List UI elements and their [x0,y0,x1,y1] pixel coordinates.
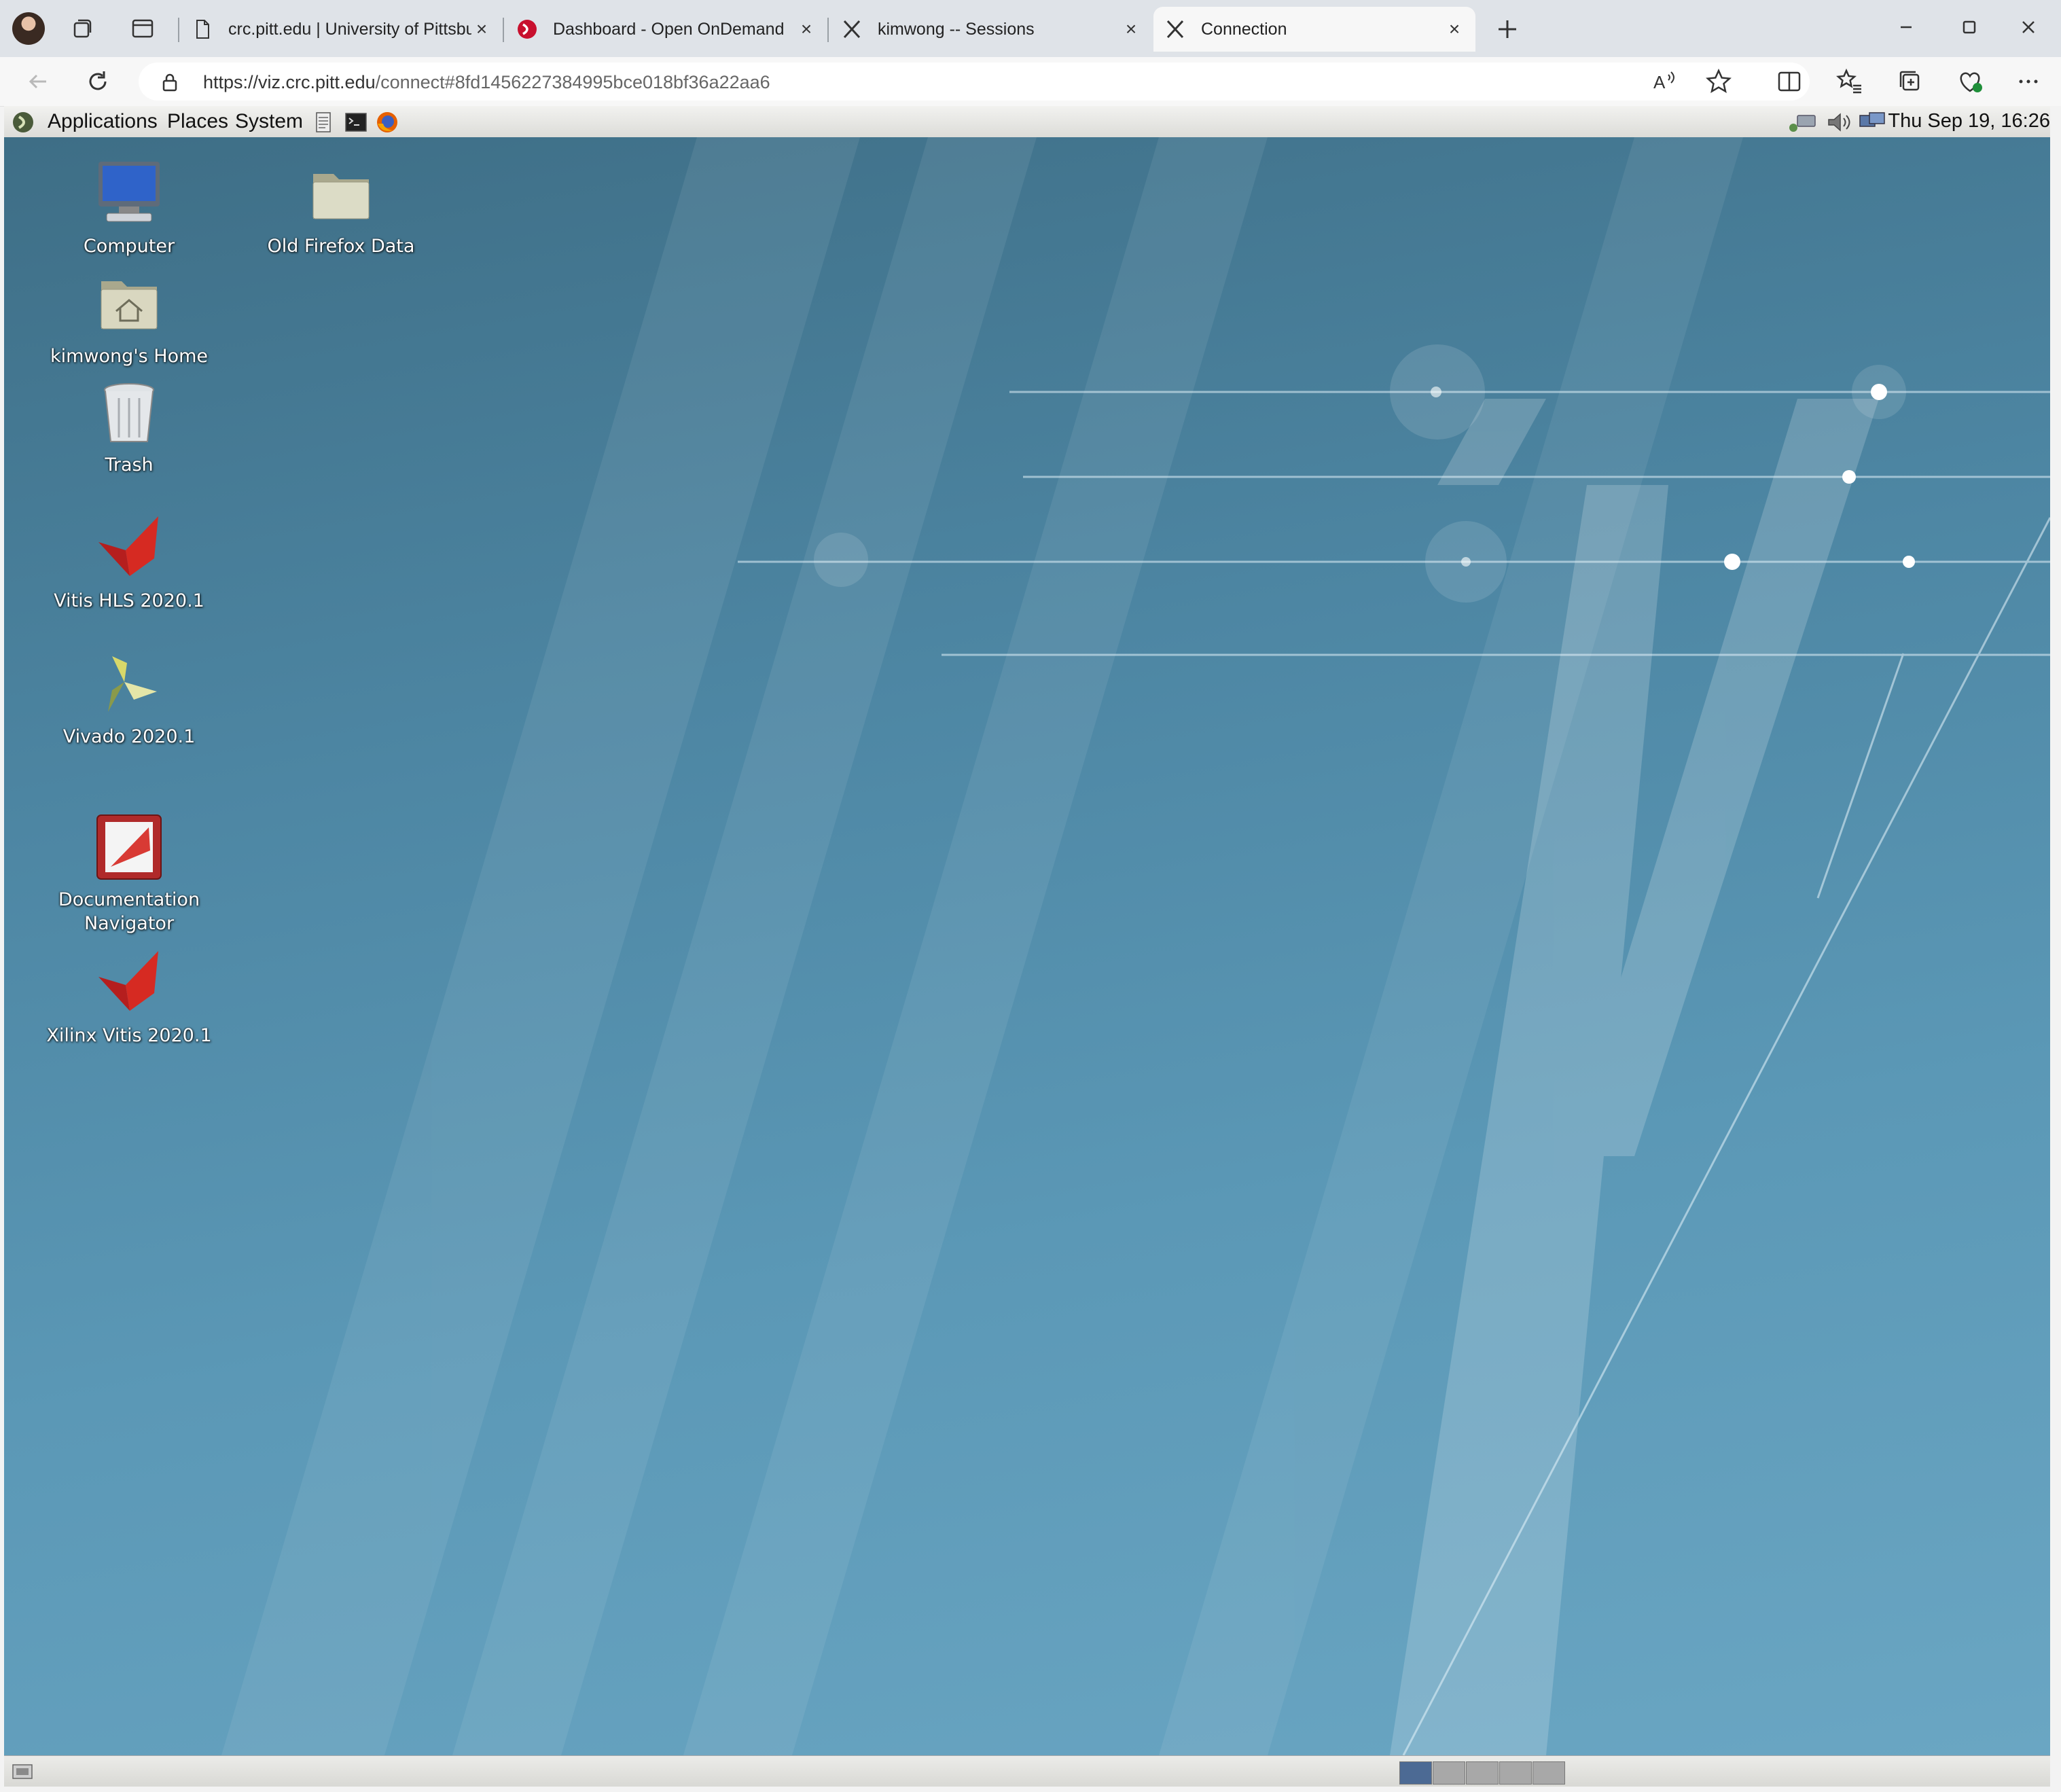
tab-separator [503,18,504,42]
close-icon[interactable]: × [1121,19,1141,39]
maximize-icon[interactable] [1951,12,1986,43]
new-tab-icon[interactable] [1492,14,1523,45]
tab-ondemand-dashboard[interactable]: Dashboard - Open OnDemand × [505,7,827,52]
wallpaper-graphic [221,137,2050,1755]
workspace-4[interactable] [1499,1761,1532,1785]
tab-separator [827,18,829,42]
menu-places[interactable]: Places [167,110,228,133]
tab-separator [178,18,179,42]
desktop-icon-label: Old Firefox Data [267,236,415,257]
tab-crc-pitt[interactable]: crc.pitt.edu | University of Pittsburgh … [181,7,503,52]
desktop-icon-label: Computer [83,236,175,257]
top-panel: Applications Places System Thu Sep 19, 1… [4,106,2050,138]
desktop-icon-xilinx-vitis[interactable]: Xilinx Vitis 2020.1 [41,946,217,1047]
volume-icon[interactable] [1825,110,1854,135]
back-icon[interactable] [23,67,53,96]
svg-text:A: A [1653,72,1666,92]
collections-icon[interactable] [1895,67,1925,96]
tab-title: crc.pitt.edu | University of Pittsburgh [228,19,471,39]
home-folder-icon [101,281,158,329]
display-icon[interactable] [1857,110,1887,135]
terminal-icon[interactable] [344,110,368,135]
browser-essentials-icon[interactable] [1955,67,1985,96]
tab-actions-icon[interactable] [129,15,156,42]
desktop-background[interactable]: Computer Old Firefox Data kimwong's Home [4,137,2050,1755]
vitis-icon [98,951,158,1011]
firefox-icon[interactable] [375,110,399,135]
read-aloud-icon[interactable]: A [1649,67,1679,96]
browser-tab-bar: crc.pitt.edu | University of Pittsburgh … [0,0,2061,57]
docnav-icon [96,814,162,880]
bottom-panel [4,1755,2050,1787]
desktop-icon-documentation-navigator[interactable]: Documentation Navigator [41,810,217,935]
desktop-icon-trash[interactable]: Trash [41,375,217,477]
workspace-5[interactable] [1533,1761,1565,1785]
desktop-icon-vitis-hls[interactable]: Vitis HLS 2020.1 [41,511,217,613]
desktop-icon-label: Documentation Navigator [58,889,200,934]
address-bar[interactable]: https://viz.crc.pitt.edu/connect#8fd1456… [139,62,1810,101]
url-host: https://viz.crc.pitt.edu [203,72,376,92]
workspace-2[interactable] [1433,1761,1465,1785]
vivado-icon [108,656,157,712]
x11-icon [843,20,861,39]
refresh-icon[interactable] [83,67,113,96]
lock-icon[interactable] [160,72,179,92]
desktop-icon-home[interactable]: kimwong's Home [41,266,217,368]
split-screen-icon[interactable] [1774,67,1804,96]
network-icon[interactable] [1787,110,1821,135]
desktop-icon-vivado[interactable]: Vivado 2020.1 [41,647,217,749]
page-icon [196,20,209,39]
menu-applications[interactable]: Applications [48,110,158,133]
trash-icon [104,383,154,442]
address-toolbar: https://viz.crc.pitt.edu/connect#8fd1456… [0,57,2061,107]
close-icon[interactable]: × [1444,19,1465,39]
url-text: https://viz.crc.pitt.edu/connect#8fd1456… [203,72,770,93]
url-path: /connect#8fd1456227384995bce018bf36a22aa… [375,72,770,92]
close-window-icon[interactable] [2011,12,2046,43]
gnome-foot-icon[interactable] [11,110,35,135]
text-editor-icon[interactable] [311,110,336,135]
menu-system[interactable]: System [235,110,303,133]
tab-title: Connection [1201,19,1287,39]
close-icon[interactable]: × [471,19,492,39]
workspace-3[interactable] [1466,1761,1499,1785]
desktop-icon-label: Vitis HLS 2020.1 [54,590,204,611]
tab-title: kimwong -- Sessions [878,19,1035,39]
vitis-hls-icon [98,516,158,576]
panel-clock[interactable]: Thu Sep 19, 16:26 [1888,110,2050,132]
workspace-1[interactable] [1399,1761,1432,1785]
x11-icon [1166,20,1184,39]
remote-desktop-view[interactable]: Applications Places System Thu Sep 19, 1… [4,106,2050,1787]
tab-sessions[interactable]: kimwong -- Sessions × [830,7,1152,52]
desktop-icon-label: Vivado 2020.1 [62,726,196,747]
desktop-icon-old-firefox-data[interactable]: Old Firefox Data [253,156,429,258]
ondemand-icon [518,20,537,39]
close-icon[interactable]: × [796,19,817,39]
computer-icon [98,162,160,222]
folder-icon [312,174,370,219]
favorites-icon[interactable] [1834,67,1864,96]
desktop-icon-label: Xilinx Vitis 2020.1 [46,1025,212,1046]
tab-connection[interactable]: Connection × [1153,7,1475,52]
favorite-star-icon[interactable] [1704,67,1734,96]
workspaces-icon[interactable] [69,15,96,42]
desktop-icon-label: Trash [105,454,154,476]
window-right-edge [2050,106,2061,1792]
show-desktop-icon[interactable] [11,1761,34,1782]
minimize-icon[interactable] [1888,12,1924,43]
desktop-icon-label: kimwong's Home [50,346,209,367]
profile-avatar[interactable] [12,12,45,45]
desktop-icon-computer[interactable]: Computer [41,156,217,258]
tab-title: Dashboard - Open OnDemand [553,19,785,39]
more-menu-icon[interactable] [2013,67,2043,96]
